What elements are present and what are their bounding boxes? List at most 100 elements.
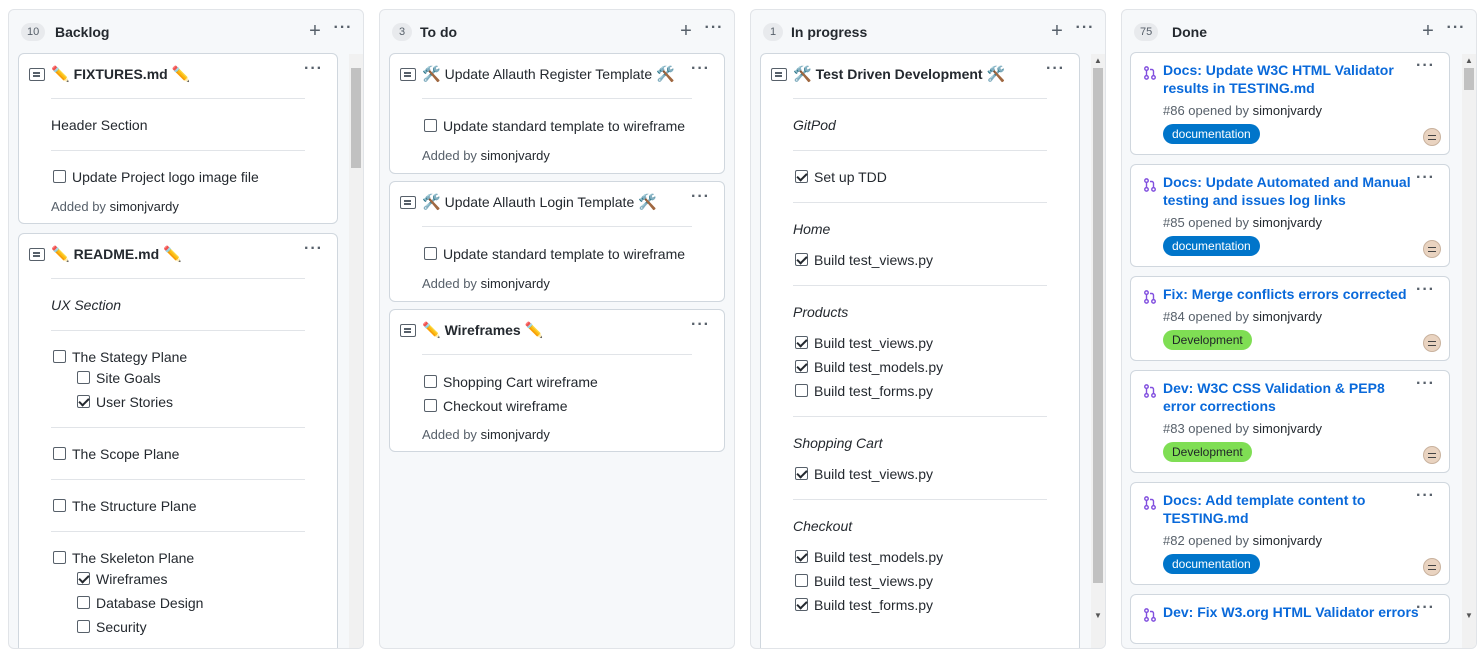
- column-scrollbar[interactable]: ▲ ▼: [1091, 54, 1105, 648]
- avatar[interactable]: [1423, 240, 1441, 258]
- card-menu-icon[interactable]: ···: [1416, 169, 1435, 187]
- avatar[interactable]: [1423, 446, 1441, 464]
- task-checkbox[interactable]: [77, 620, 90, 633]
- card-menu-icon[interactable]: ···: [304, 60, 323, 78]
- note-card[interactable]: 🛠️ Test Driven Development 🛠️ ··· GitPod…: [760, 53, 1080, 648]
- task-checkbox-checked[interactable]: [77, 572, 90, 585]
- note-card[interactable]: ✏️ FIXTURES.md ✏️ ··· Header Section Upd…: [18, 53, 338, 224]
- card-menu-icon[interactable]: ···: [1416, 599, 1435, 617]
- task-checkbox[interactable]: [53, 551, 66, 564]
- task-checkbox[interactable]: [795, 574, 808, 587]
- pull-request-title[interactable]: Docs: Update Automated and Manual testin…: [1163, 173, 1413, 209]
- card-title: 🛠️ Update Allauth Login Template 🛠️: [422, 193, 657, 211]
- task-checkbox[interactable]: [77, 371, 90, 384]
- card-menu-icon[interactable]: ···: [1416, 57, 1435, 75]
- author-link[interactable]: simonjvardy: [1253, 421, 1322, 436]
- add-card-icon[interactable]: +: [676, 19, 696, 43]
- pull-request-title[interactable]: Dev: W3C CSS Validation & PEP8 error cor…: [1163, 379, 1413, 415]
- card-menu-icon[interactable]: ···: [691, 188, 710, 206]
- task-checkbox[interactable]: [53, 170, 66, 183]
- task-checkbox[interactable]: [53, 499, 66, 512]
- author-link[interactable]: simonjvardy: [1253, 533, 1322, 548]
- task-checkbox[interactable]: [53, 447, 66, 460]
- scrollbar-thumb[interactable]: [1093, 68, 1103, 583]
- scroll-down-icon[interactable]: ▼: [1093, 611, 1103, 621]
- note-card[interactable]: ✏️ README.md ✏️ ··· UX Section The State…: [18, 233, 338, 648]
- pull-request-card[interactable]: Docs: Add template content to TESTING.md…: [1130, 482, 1450, 585]
- column-title: In progress: [791, 24, 868, 40]
- author-link[interactable]: simonjvardy: [481, 148, 550, 163]
- card-menu-icon[interactable]: ···: [1416, 281, 1435, 299]
- add-card-icon[interactable]: +: [1047, 19, 1067, 43]
- add-card-icon[interactable]: +: [1418, 19, 1438, 43]
- card-menu-icon[interactable]: ···: [1416, 487, 1435, 505]
- task-checkbox[interactable]: [424, 247, 437, 260]
- column-scrollbar[interactable]: ▲ ▼: [1462, 54, 1476, 648]
- task-checkbox[interactable]: [77, 596, 90, 609]
- task-checkbox[interactable]: [424, 375, 437, 388]
- task-checkbox[interactable]: [424, 399, 437, 412]
- card-menu-icon[interactable]: ···: [1416, 375, 1435, 393]
- divider: [51, 330, 305, 331]
- column-scrollbar[interactable]: [349, 54, 363, 648]
- divider: [793, 499, 1047, 500]
- author-link[interactable]: simonjvardy: [1253, 309, 1322, 324]
- pull-request-card[interactable]: Dev: W3C CSS Validation & PEP8 error cor…: [1130, 370, 1450, 473]
- card-title: ✏️ Wireframes ✏️: [422, 321, 544, 339]
- avatar[interactable]: [1423, 558, 1441, 576]
- pull-request-title[interactable]: Docs: Add template content to TESTING.md: [1163, 491, 1413, 527]
- card-menu-icon[interactable]: ···: [304, 240, 323, 258]
- label-badge[interactable]: Development: [1163, 442, 1252, 462]
- task-checkbox-checked[interactable]: [795, 170, 808, 183]
- card-menu-icon[interactable]: ···: [691, 316, 710, 334]
- author-link[interactable]: simonjvardy: [481, 276, 550, 291]
- column-menu-icon[interactable]: ···: [1444, 19, 1468, 43]
- pull-request-card[interactable]: Dev: Fix W3.org HTML Validator errors ··…: [1130, 594, 1450, 644]
- pull-request-card[interactable]: Docs: Update W3C HTML Validator results …: [1130, 52, 1450, 155]
- label-badge[interactable]: Development: [1163, 330, 1252, 350]
- label-badge[interactable]: documentation: [1163, 554, 1260, 574]
- avatar[interactable]: [1423, 128, 1441, 146]
- pull-request-card[interactable]: Fix: Merge conflicts errors corrected #8…: [1130, 276, 1450, 361]
- scrollbar-thumb[interactable]: [351, 68, 361, 168]
- card-title: 🛠️ Test Driven Development 🛠️: [793, 65, 1006, 83]
- task-checkbox-checked[interactable]: [795, 550, 808, 563]
- author-link[interactable]: simonjvardy: [481, 427, 550, 442]
- divider: [51, 278, 305, 279]
- task-checkbox[interactable]: [795, 384, 808, 397]
- column-menu-icon[interactable]: ···: [331, 19, 355, 43]
- avatar[interactable]: [1423, 334, 1441, 352]
- note-card[interactable]: 🛠️ Update Allauth Login Template 🛠️ ··· …: [389, 181, 725, 302]
- task-checkbox-checked[interactable]: [795, 253, 808, 266]
- scrollbar-thumb[interactable]: [1464, 68, 1474, 90]
- note-card[interactable]: 🛠️ Update Allauth Register Template 🛠️ ·…: [389, 53, 725, 174]
- pull-request-title[interactable]: Fix: Merge conflicts errors corrected: [1163, 285, 1413, 303]
- task-label: Build test_views.py: [814, 466, 934, 482]
- column-menu-icon[interactable]: ···: [1073, 19, 1097, 43]
- label-badge[interactable]: documentation: [1163, 236, 1260, 256]
- pull-request-card[interactable]: Docs: Update Automated and Manual testin…: [1130, 164, 1450, 267]
- card-menu-icon[interactable]: ···: [1046, 60, 1065, 78]
- add-card-icon[interactable]: +: [305, 19, 325, 43]
- pencil-icon: ✏️: [163, 245, 182, 263]
- scroll-down-icon[interactable]: ▼: [1464, 611, 1474, 621]
- author-link[interactable]: simonjvardy: [1253, 215, 1322, 230]
- note-card[interactable]: ✏️ Wireframes ✏️ ··· Shopping Cart wiref…: [389, 309, 725, 452]
- task-checkbox-checked[interactable]: [795, 336, 808, 349]
- column-menu-icon[interactable]: ···: [702, 19, 726, 43]
- divider: [793, 202, 1047, 203]
- pull-request-title[interactable]: Dev: Fix W3.org HTML Validator errors: [1163, 603, 1433, 621]
- label-badge[interactable]: documentation: [1163, 124, 1260, 144]
- task-checkbox[interactable]: [424, 119, 437, 132]
- task-checkbox-checked[interactable]: [77, 395, 90, 408]
- pull-request-title[interactable]: Docs: Update W3C HTML Validator results …: [1163, 61, 1413, 97]
- task-checkbox[interactable]: [53, 350, 66, 363]
- task-checkbox-checked[interactable]: [795, 598, 808, 611]
- author-link[interactable]: simonjvardy: [110, 199, 179, 214]
- scroll-up-icon[interactable]: ▲: [1464, 56, 1474, 66]
- task-checkbox-checked[interactable]: [795, 360, 808, 373]
- task-checkbox-checked[interactable]: [795, 467, 808, 480]
- author-link[interactable]: simonjvardy: [1253, 103, 1322, 118]
- card-menu-icon[interactable]: ···: [691, 60, 710, 78]
- scroll-up-icon[interactable]: ▲: [1093, 56, 1103, 66]
